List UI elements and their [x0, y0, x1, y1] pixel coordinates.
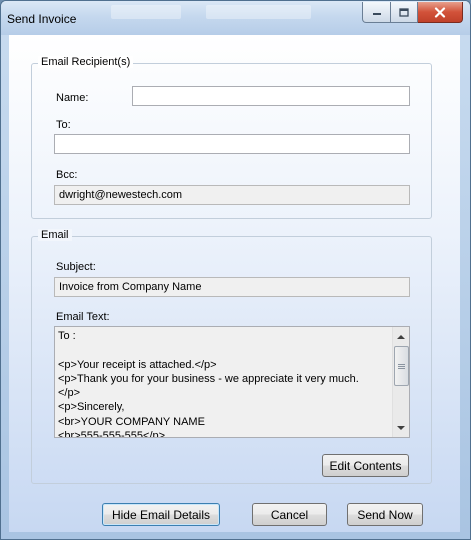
- bcc-label: Bcc:: [56, 169, 78, 181]
- subject-label: Subject:: [56, 261, 96, 273]
- email-group: Email Subject: Invoice from Company Name…: [31, 229, 432, 484]
- grip-icon: [398, 363, 405, 369]
- scroll-down-icon: [397, 425, 405, 430]
- to-field[interactable]: [54, 134, 410, 154]
- minimize-icon: [372, 13, 381, 15]
- to-label: To:: [56, 119, 71, 131]
- email-text-label: Email Text:: [56, 311, 110, 323]
- edit-contents-button[interactable]: Edit Contents: [322, 454, 409, 477]
- email-text-scrollbar[interactable]: [392, 327, 409, 437]
- hide-email-details-button[interactable]: Hide Email Details: [102, 503, 220, 526]
- window-title: Send Invoice: [7, 12, 77, 26]
- email-text-content: To : <p>Your receipt is attached.</p> <p…: [58, 330, 359, 438]
- name-label: Name:: [56, 92, 89, 104]
- scroll-down-arrow[interactable]: [393, 420, 409, 436]
- close-icon: [434, 6, 446, 18]
- minimize-button[interactable]: [362, 2, 391, 23]
- maximize-icon: [399, 7, 409, 17]
- title-bar[interactable]: Send Invoice: [1, 1, 470, 35]
- name-field[interactable]: [132, 86, 410, 106]
- email-recipients-legend: Email Recipient(s): [38, 56, 134, 68]
- background-tab: [111, 5, 181, 19]
- scroll-up-icon: [397, 334, 405, 339]
- caption-buttons: [362, 2, 463, 23]
- send-invoice-dialog: Send Invoice Email Recipient(s) Name: To…: [0, 0, 471, 540]
- email-legend: Email: [38, 229, 72, 241]
- scroll-thumb[interactable]: [394, 346, 409, 386]
- maximize-button[interactable]: [391, 2, 418, 23]
- dialog-client-area: Email Recipient(s) Name: To: Bcc: dwrigh…: [9, 35, 460, 532]
- email-text-area[interactable]: To : <p>Your receipt is attached.</p> <p…: [54, 326, 410, 438]
- scroll-up-arrow[interactable]: [393, 328, 409, 344]
- cancel-button[interactable]: Cancel: [252, 503, 327, 526]
- send-now-button[interactable]: Send Now: [347, 503, 423, 526]
- background-tab: [206, 5, 311, 19]
- email-recipients-group: Email Recipient(s) Name: To: Bcc: dwrigh…: [31, 56, 432, 219]
- close-button[interactable]: [418, 2, 463, 23]
- subject-field[interactable]: Invoice from Company Name: [54, 277, 410, 297]
- bcc-field[interactable]: dwright@newestech.com: [54, 185, 410, 205]
